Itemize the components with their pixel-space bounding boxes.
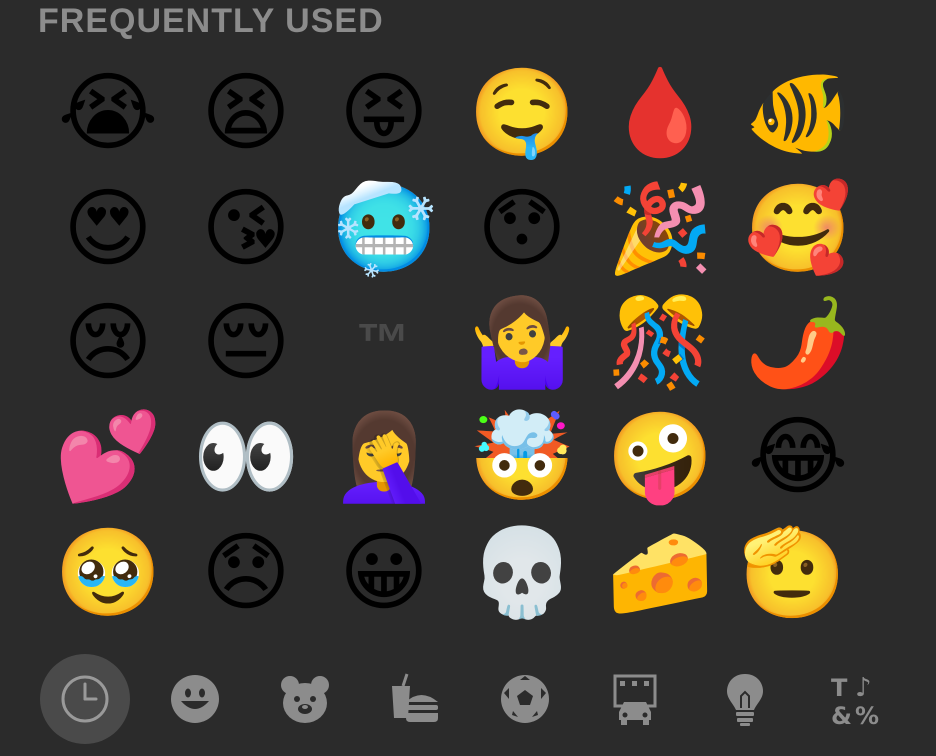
emoji-eyes[interactable]: 👀 <box>187 402 305 512</box>
category-tab-bar: T ♪ & % <box>0 640 936 756</box>
svg-text:♪: ♪ <box>855 673 872 703</box>
tab-symbols[interactable]: T ♪ & % <box>810 654 900 744</box>
tab-frequently-used[interactable] <box>40 654 130 744</box>
emoji-zany-face[interactable]: 🤪 <box>601 402 719 512</box>
emoji-skull[interactable]: 💀 <box>463 518 581 628</box>
building-car-icon <box>613 674 657 725</box>
emoji-tears-of-joy[interactable]: 😂 <box>739 402 857 512</box>
svg-text:&: & <box>831 702 852 726</box>
svg-text:%: % <box>855 702 879 726</box>
smiley-icon <box>171 675 219 723</box>
emoji-trade-mark[interactable]: ™ <box>325 288 443 398</box>
bear-icon <box>281 676 329 723</box>
emoji-drooling-face[interactable]: 🤤 <box>463 58 581 168</box>
emoji-holding-back-tears[interactable]: 🥹 <box>49 518 167 628</box>
emoji-squinting-tongue[interactable]: 😝 <box>325 58 443 168</box>
emoji-saluting-face[interactable]: 🫡 <box>739 518 846 628</box>
emoji-confetti-ball[interactable]: 🎊 <box>601 288 719 398</box>
emoji-grid: 😭 😫 😝 🤤 🩸 🐠 😍 😘 🥶 😯 🎉 🥰 😢 😔 ™ 🤷‍♀️ 🎊 🌶️ … <box>0 0 936 640</box>
next-column-edge <box>928 72 936 162</box>
emoji-cheese-wedge[interactable]: 🧀 <box>601 518 719 628</box>
emoji-woman-shrugging[interactable]: 🤷‍♀️ <box>463 288 581 398</box>
tab-food-drink[interactable] <box>370 654 460 744</box>
symbols-icon: T ♪ & % <box>831 673 879 726</box>
emoji-woman-facepalming[interactable]: 🤦‍♀️ <box>325 402 443 512</box>
emoji-hushed-face[interactable]: 😯 <box>463 174 581 284</box>
emoji-pensive-face[interactable]: 😔 <box>187 288 305 398</box>
emoji-tropical-fish[interactable]: 🐠 <box>739 58 857 168</box>
tab-activity[interactable] <box>480 654 570 744</box>
emoji-face-blowing-kiss[interactable]: 😘 <box>187 174 305 284</box>
emoji-disappointed-face[interactable]: 😞 <box>187 518 305 628</box>
emoji-party-popper[interactable]: 🎉 <box>601 174 719 284</box>
emoji-drop-of-blood[interactable]: 🩸 <box>601 58 719 168</box>
soccer-ball-icon <box>501 675 549 723</box>
lightbulb-icon <box>727 674 763 726</box>
emoji-exploding-head[interactable]: 🤯 <box>463 402 581 512</box>
tab-objects[interactable] <box>700 654 790 744</box>
clock-icon <box>61 675 109 723</box>
svg-text:T: T <box>831 674 848 702</box>
emoji-two-hearts[interactable]: 💕 <box>49 402 167 512</box>
next-column-edge <box>928 300 936 390</box>
emoji-crying-face[interactable]: 😢 <box>49 288 167 398</box>
next-column-edge <box>928 186 936 276</box>
emoji-smiling-hearts[interactable]: 🥰 <box>739 174 857 284</box>
tab-smileys-people[interactable] <box>150 654 240 744</box>
emoji-grinning-face[interactable]: 😀 <box>325 518 443 628</box>
tab-animals-nature[interactable] <box>260 654 350 744</box>
emoji-cold-face[interactable]: 🥶 <box>325 174 443 284</box>
emoji-hot-pepper[interactable]: 🌶️ <box>739 288 857 398</box>
emoji-heart-eyes[interactable]: 😍 <box>49 174 167 284</box>
burger-drink-icon <box>392 673 438 722</box>
emoji-loudly-crying[interactable]: 😭 <box>49 58 167 168</box>
emoji-tired-face[interactable]: 😫 <box>187 58 305 168</box>
tab-travel-places[interactable] <box>590 654 680 744</box>
